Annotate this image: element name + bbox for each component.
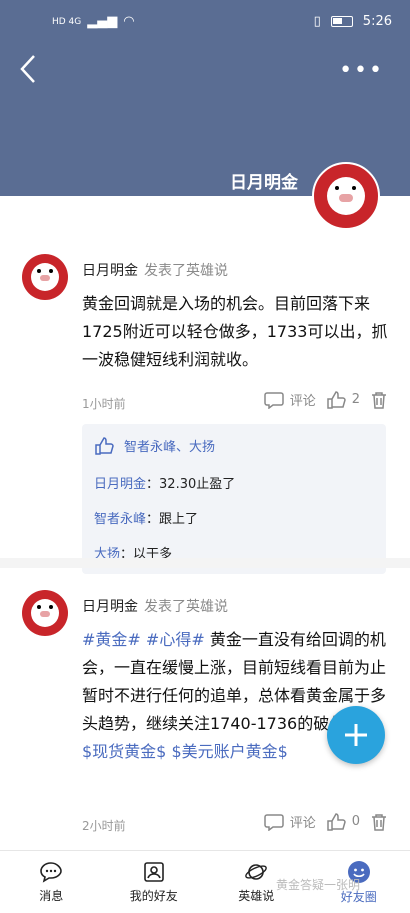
like-count: 2	[351, 392, 360, 407]
post-author-line: 日月明金 发表了英雄说	[82, 596, 228, 616]
thumbs-up-icon	[326, 390, 346, 409]
thumbs-up-icon	[326, 812, 346, 831]
trash-icon	[372, 391, 386, 409]
bull-mascot-icon	[31, 263, 59, 291]
comment-icon	[263, 391, 284, 409]
delete-button[interactable]	[370, 391, 388, 409]
comment-item[interactable]: 日月明金：32.30止盈了	[94, 473, 374, 492]
vibrate-icon: ▯	[313, 14, 321, 29]
post-actions: 评论 0	[263, 812, 388, 831]
section-divider	[0, 558, 410, 568]
battery-icon	[330, 16, 353, 27]
commenter-name[interactable]: 日月明金	[94, 477, 146, 492]
likers-row: 智者永峰、大扬	[94, 436, 374, 455]
comment-button[interactable]: 评论	[263, 812, 316, 831]
author-avatar[interactable]	[22, 590, 68, 636]
back-button[interactable]	[14, 52, 44, 86]
plus-icon	[345, 724, 367, 746]
author-avatar[interactable]	[22, 254, 68, 300]
thumbs-up-icon	[95, 436, 114, 455]
tab-friends[interactable]: 我的好友	[103, 851, 206, 913]
wifi-icon: ◠	[123, 14, 135, 29]
topic-tag[interactable]: #黄金#	[82, 630, 141, 649]
comment-item[interactable]: 智者永峰：跟上了	[94, 508, 374, 527]
like-button[interactable]: 2	[326, 390, 360, 409]
comment-text: 跟上了	[159, 512, 199, 527]
contacts-icon	[143, 861, 164, 882]
chevron-left-icon	[20, 55, 35, 83]
post-actions: 评论 2	[263, 390, 388, 409]
profile-name: 日月明金	[230, 173, 298, 193]
asset-tag[interactable]: $现货黄金$	[82, 742, 166, 761]
post-body: 黄金回调就是入场的机会。目前回落下来1725附近可以轻仓做多，1733可以出，抓…	[82, 294, 388, 369]
asset-tag[interactable]: $美元账户黄金$	[171, 742, 287, 761]
post-author[interactable]: 日月明金	[82, 263, 138, 279]
interaction-box: 智者永峰、大扬 日月明金：32.30止盈了 智者永峰：跟上了 大扬：以干多	[82, 424, 386, 574]
like-button[interactable]: 0	[326, 812, 360, 831]
likers-names[interactable]: 智者永峰、大扬	[124, 436, 215, 455]
post-author-line: 日月明金 发表了英雄说	[82, 260, 228, 280]
comment-separator: ：	[146, 477, 160, 492]
comment-label: 评论	[289, 394, 316, 409]
status-bar: HD 4G ▂▄▆ ◠ ▯ 5:26	[0, 0, 410, 44]
network-indicator: HD 4G	[52, 16, 82, 27]
profile-avatar[interactable]	[312, 162, 380, 230]
comment-button[interactable]: 评论	[263, 390, 316, 409]
clock: 5:26	[362, 14, 392, 29]
bull-mascot-icon	[327, 177, 365, 215]
bull-mascot-icon	[31, 599, 59, 627]
message-icon	[40, 861, 63, 883]
post-verb: 发表了英雄说	[144, 599, 228, 615]
more-menu-button[interactable]: •••	[339, 58, 384, 83]
post-time: 2小时前	[82, 819, 126, 833]
watermark-text: 黄金答疑一张明	[276, 878, 361, 892]
like-count: 0	[351, 814, 360, 829]
delete-button[interactable]	[370, 813, 388, 831]
comment-text: 32.30止盈了	[159, 477, 236, 492]
compose-fab-button[interactable]	[327, 706, 385, 764]
comment-label: 评论	[289, 816, 316, 831]
comment-icon	[263, 813, 284, 831]
post-author[interactable]: 日月明金	[82, 599, 138, 615]
tab-label: 消息	[39, 888, 64, 903]
commenter-name[interactable]: 智者永峰	[94, 512, 146, 527]
tab-label: 英雄说	[238, 888, 275, 903]
planet-icon	[245, 863, 268, 880]
post-verb: 发表了英雄说	[144, 263, 228, 279]
tab-label: 我的好友	[129, 888, 178, 903]
topic-tag[interactable]: #心得#	[146, 630, 205, 649]
trash-icon	[372, 813, 386, 831]
tab-messages[interactable]: 消息	[0, 851, 103, 913]
post-time: 1小时前	[82, 397, 126, 411]
signal-icon: ▂▄▆	[87, 14, 118, 29]
comment-separator: ：	[146, 512, 160, 527]
